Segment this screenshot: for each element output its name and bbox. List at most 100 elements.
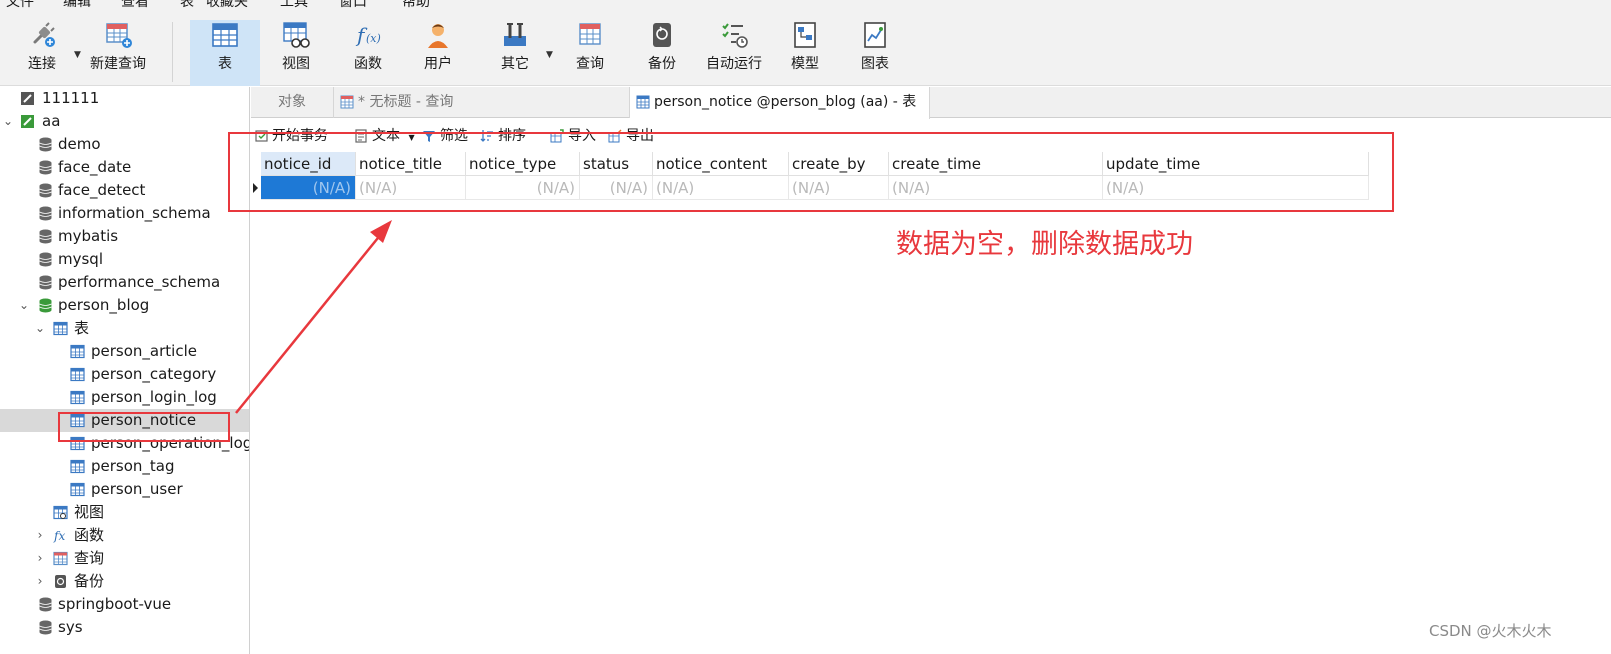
tree-node-label: face_detect — [58, 181, 146, 199]
model-button[interactable]: 模型 — [782, 20, 828, 82]
user-button[interactable]: 用户 — [408, 20, 468, 82]
tree-db-person-blog[interactable]: ⌄ person_blog — [0, 294, 249, 317]
tab-label: 对象 — [278, 94, 306, 110]
tree-db-mysql[interactable]: mysql — [0, 248, 249, 271]
automation-label: 自动运行 — [706, 56, 762, 72]
tree-db-springboot-vue[interactable]: springboot-vue — [0, 593, 249, 616]
tree-node-label: person_tag — [91, 457, 175, 475]
chevron-down-icon[interactable]: ⌄ — [33, 317, 47, 340]
automation-button[interactable]: 自动运行 — [702, 20, 766, 82]
backup-button[interactable]: 备份 — [632, 20, 692, 82]
chevron-down-icon[interactable]: ⌄ — [17, 294, 31, 317]
database-icon — [39, 620, 52, 635]
tree-node-label: 111111 — [42, 89, 100, 107]
menu-window[interactable]: 窗口 — [339, 0, 367, 12]
tree-node-label: mybatis — [58, 227, 119, 245]
function-label: 函数 — [354, 56, 382, 72]
tree-db-demo[interactable]: demo — [0, 133, 249, 156]
tree-folder-tables[interactable]: ⌄ 表 — [0, 317, 249, 340]
menu-tools[interactable]: 工具 — [280, 0, 308, 12]
tree-connection-111111[interactable]: 111111 — [0, 87, 249, 110]
other-dropdown-icon[interactable]: ▼ — [546, 50, 553, 60]
menu-table[interactable]: 表 — [180, 0, 194, 12]
connect-dropdown-icon[interactable]: ▼ — [74, 50, 81, 60]
tree-db-information-schema[interactable]: information_schema — [0, 202, 249, 225]
svg-text:fx: fx — [53, 529, 65, 543]
new-query-icon — [106, 23, 132, 48]
tree-node-label: person_article — [91, 342, 197, 360]
menu-file[interactable]: 文件 — [6, 0, 34, 12]
tree-db-performance-schema[interactable]: performance_schema — [0, 271, 249, 294]
tab-person-notice[interactable]: person_notice @person_blog (aa) - 表 — [630, 87, 930, 119]
new-query-button[interactable]: 新建查询 — [86, 20, 150, 82]
database-icon — [39, 160, 52, 175]
tree-node-label: 视图 — [74, 503, 105, 521]
tree-connection-aa[interactable]: ⌄ aa — [0, 110, 249, 133]
watermark: CSDN @火木火木 — [1429, 622, 1552, 640]
annotation-note: 数据为空，删除数据成功 — [896, 229, 1193, 260]
tree-node-label: person_blog — [58, 296, 150, 314]
tree-table-person-login-log[interactable]: person_login_log — [0, 386, 249, 409]
tree-node-label: 表 — [74, 319, 90, 337]
view-label: 视图 — [282, 56, 310, 72]
database-open-icon — [39, 298, 52, 313]
menu-help[interactable]: 帮助 — [402, 0, 430, 12]
svg-text:(x): (x) — [366, 32, 381, 45]
tree-node-label: 备份 — [74, 572, 105, 590]
chart-button[interactable]: 图表 — [852, 20, 898, 82]
tab-untitled-query[interactable]: * 无标题 - 查询 — [334, 87, 630, 118]
annotation-highlight-grid — [228, 132, 1394, 212]
other-button[interactable]: 其它 — [490, 20, 540, 82]
menu-edit[interactable]: 编辑 — [63, 0, 91, 12]
new-query-label: 新建查询 — [90, 56, 146, 72]
database-icon — [39, 183, 52, 198]
tree-folder-queries[interactable]: › 查询 — [0, 547, 249, 570]
database-icon — [39, 206, 52, 221]
tree-db-sys[interactable]: sys — [0, 616, 249, 639]
menu-view[interactable]: 查看 — [121, 0, 149, 12]
tree-table-person-category[interactable]: person_category — [0, 363, 249, 386]
tree-node-label: 查询 — [74, 549, 105, 567]
chevron-right-icon[interactable]: › — [33, 547, 47, 570]
chevron-right-icon[interactable]: › — [33, 570, 47, 593]
chevron-right-icon[interactable]: › — [33, 524, 47, 547]
chevron-down-icon[interactable]: ⌄ — [1, 110, 15, 133]
tree-folder-functions[interactable]: › fx 函数 — [0, 524, 249, 547]
table-icon — [70, 367, 85, 382]
tree-node-label: person_category — [91, 365, 217, 383]
query-icon — [579, 23, 601, 45]
view-button[interactable]: 视图 — [266, 20, 326, 82]
connect-button[interactable]: 连接 — [14, 20, 70, 82]
function-icon: f (x) — [355, 23, 381, 47]
tree-table-person-tag[interactable]: person_tag — [0, 455, 249, 478]
tree-table-person-article[interactable]: person_article — [0, 340, 249, 363]
table-button[interactable]: 表 — [190, 20, 260, 86]
tree-node-label: information_schema — [58, 204, 211, 222]
tree-db-face-detect[interactable]: face_detect — [0, 179, 249, 202]
query-icon — [340, 95, 354, 109]
editor-tab-bar: 对象 * 无标题 - 查询 person_notice @person_blog… — [251, 87, 1611, 119]
tree-db-mybatis[interactable]: mybatis — [0, 225, 249, 248]
tree-db-face-date[interactable]: face_date — [0, 156, 249, 179]
toolbar-separator — [172, 22, 173, 82]
tree-node-label: mysql — [58, 250, 103, 268]
menu-favorites[interactable]: 收藏夹 — [206, 0, 248, 12]
tab-objects[interactable]: 对象 — [251, 87, 334, 118]
table-icon — [636, 95, 650, 109]
function-button[interactable]: f (x) 函数 — [338, 20, 398, 82]
menu-bar: 文件 编辑 查看 表 收藏夹 工具 窗口 帮助 — [0, 0, 1611, 12]
tree-node-label: face_date — [58, 158, 132, 176]
database-icon — [39, 275, 52, 290]
query-button[interactable]: 查询 — [560, 20, 620, 82]
tree-table-person-user[interactable]: person_user — [0, 478, 249, 501]
tab-label: * 无标题 - 查询 — [358, 94, 454, 110]
tree-folder-views[interactable]: 视图 — [0, 501, 249, 524]
backup-folder-icon — [55, 575, 66, 588]
other-label: 其它 — [501, 56, 529, 72]
view-icon — [283, 22, 310, 48]
annotation-highlight-table — [58, 412, 230, 442]
connection-icon — [21, 92, 34, 105]
connection-tree: 111111 ⌄ aa demo face_date face_detect i… — [0, 87, 250, 654]
tree-node-label: 函数 — [74, 526, 105, 544]
tree-folder-backups[interactable]: › 备份 — [0, 570, 249, 593]
